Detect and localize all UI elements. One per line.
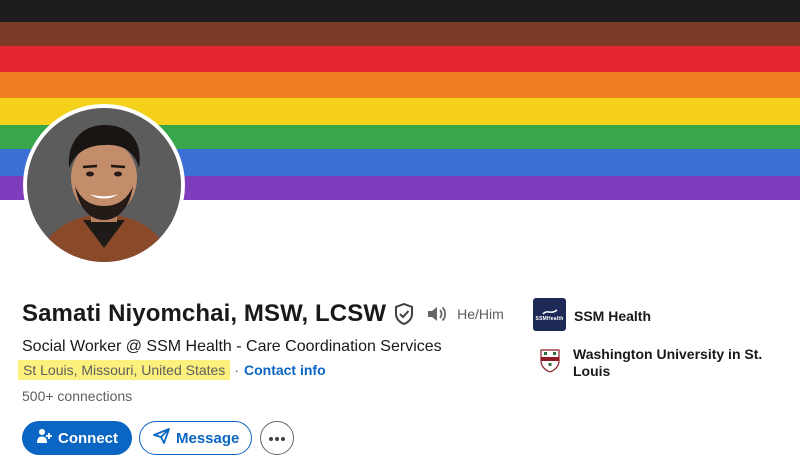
message-label: Message bbox=[176, 429, 240, 447]
banner-stripe-brown bbox=[0, 22, 800, 46]
connect-button[interactable]: Connect bbox=[22, 421, 132, 455]
sidebar-item-washu[interactable]: Washington University in St. Louis bbox=[533, 344, 773, 380]
send-icon bbox=[153, 428, 170, 448]
profile-name: Samati Niyomchai, MSW, LCSW bbox=[22, 300, 387, 327]
profile-headline: Social Worker @ SSM Health - Care Coordi… bbox=[22, 338, 442, 355]
education-school[interactable]: Washington University in St. Louis bbox=[533, 344, 773, 380]
sidebar-item-ssm-health[interactable]: SSMHealth SSM Health bbox=[533, 298, 651, 331]
washu-shield-logo bbox=[533, 344, 566, 377]
current-company[interactable]: SSMHealth SSM Health bbox=[533, 298, 651, 331]
location-text: St Louis, Missouri, United States bbox=[18, 360, 231, 380]
company-name: SSM Health bbox=[574, 308, 652, 324]
pronouns: He/Him bbox=[457, 306, 504, 322]
contact-info-link[interactable]: Contact info bbox=[244, 362, 326, 378]
avatar bbox=[27, 108, 181, 262]
name-row: Samati Niyomchai, MSW, LCSW He/Him bbox=[22, 300, 504, 328]
message-button[interactable]: Message bbox=[139, 421, 253, 455]
ssm-health-logo: SSMHealth bbox=[533, 298, 566, 331]
connect-label: Connect bbox=[58, 429, 118, 447]
separator-dot: · bbox=[234, 362, 239, 378]
banner-stripe-red bbox=[0, 46, 800, 72]
verified-shield-icon[interactable] bbox=[394, 302, 414, 326]
profile-photo[interactable] bbox=[23, 104, 185, 266]
more-horizontal-icon bbox=[268, 429, 286, 447]
ssm-swoosh-icon bbox=[541, 308, 558, 315]
connections-count[interactable]: 500+ connections bbox=[22, 388, 132, 404]
name-pronunciation-speaker-icon[interactable] bbox=[426, 304, 448, 324]
location-row: St Louis, Missouri, United States · Cont… bbox=[18, 360, 326, 380]
banner-stripe-orange bbox=[0, 72, 800, 98]
more-actions-button[interactable] bbox=[260, 421, 295, 455]
school-name: Washington University in St. Louis bbox=[573, 346, 763, 379]
banner-stripe-black bbox=[0, 0, 800, 22]
add-person-icon bbox=[36, 428, 52, 448]
action-buttons: Connect Message bbox=[22, 421, 295, 455]
